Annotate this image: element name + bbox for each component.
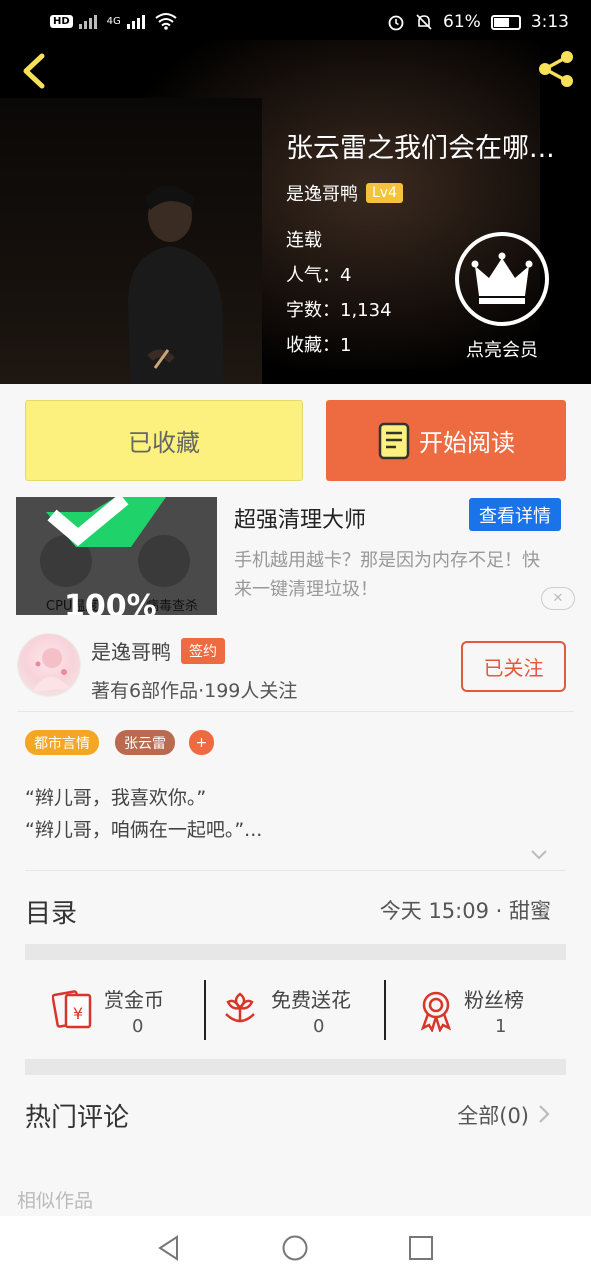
- coin-reward-button[interactable]: ¥: [51, 987, 96, 1035]
- send-flower-count: 0: [313, 1016, 325, 1037]
- vip-label[interactable]: 点亮会员: [448, 336, 556, 362]
- fan-rank-label[interactable]: 粉丝榜: [464, 984, 524, 1013]
- medal-icon: [420, 991, 452, 1034]
- chevron-down-icon: [531, 850, 547, 860]
- comments-arrow[interactable]: [538, 1104, 550, 1124]
- ad-image-percent: 100%: [64, 589, 157, 615]
- crown-icon: [471, 252, 533, 304]
- toc-arrow[interactable]: [538, 900, 550, 920]
- tag-name[interactable]: 张云雷: [115, 730, 175, 755]
- all-comments-link[interactable]: 全部(0): [457, 1100, 529, 1130]
- popularity-stat: 人气：4: [286, 265, 352, 286]
- collected-button[interactable]: 已收藏: [25, 400, 303, 481]
- hot-comments-title: 热门评论: [25, 1103, 130, 1133]
- word-count-stat: 字数：1,134: [286, 300, 392, 321]
- back-arrow-icon: [23, 53, 45, 89]
- ad-detail-button[interactable]: 查看详情: [469, 498, 561, 531]
- follow-button[interactable]: 已关注: [461, 641, 566, 692]
- chevron-right-icon: [539, 1105, 550, 1123]
- ad-image[interactable]: CPU温度 病毒查杀 100%: [16, 497, 217, 615]
- system-nav-bar: [0, 1216, 591, 1280]
- share-button[interactable]: [533, 46, 579, 92]
- favorites-stat: 收藏：1: [286, 335, 352, 356]
- back-button[interactable]: [14, 50, 54, 92]
- svg-text:¥: ¥: [73, 1004, 83, 1023]
- battery-percent: 61%: [443, 12, 481, 32]
- description-line-1: “辫儿哥，我喜欢你。”: [25, 787, 207, 809]
- level-badge: Lv4: [366, 183, 403, 203]
- book-author[interactable]: 是逸哥鸭: [286, 180, 358, 206]
- book-title: 张云雷之我们会在哪...: [286, 133, 555, 164]
- ad-detail-label: 查看详情: [479, 505, 551, 527]
- divider: [17, 711, 574, 712]
- follow-label: 已关注: [483, 656, 544, 680]
- book-header: HD 4G 61% 3:13 张云雷之我们会在哪... 是逸哥鸭 Lv4 连载 …: [0, 0, 591, 384]
- mute-icon: [416, 14, 432, 30]
- book-cover[interactable]: [0, 98, 262, 384]
- start-reading-label: 开始阅读: [419, 429, 515, 457]
- clock: 3:13: [530, 12, 569, 32]
- send-flower-label[interactable]: 免费送花: [271, 984, 351, 1013]
- nav-recents-icon[interactable]: [407, 1234, 435, 1262]
- book-author-line[interactable]: 是逸哥鸭 Lv4: [286, 180, 403, 206]
- send-flower-button[interactable]: [218, 988, 262, 1036]
- gift-divider: [384, 980, 386, 1040]
- share-icon: [539, 51, 573, 87]
- expand-description-button[interactable]: [530, 846, 548, 864]
- ad-title[interactable]: 超强清理大师: [234, 502, 366, 534]
- signal-icon: [78, 13, 101, 29]
- vip-button[interactable]: [455, 232, 549, 326]
- section-separator: [25, 944, 566, 960]
- description-line-2: “辫儿哥，咱俩在一起吧。”...: [25, 819, 263, 841]
- book-description: “辫儿哥，我喜欢你。” “辫儿哥，咱俩在一起吧。”...: [25, 782, 262, 846]
- nav-home-icon[interactable]: [281, 1234, 309, 1262]
- coin-reward-count: 0: [132, 1016, 144, 1037]
- author-name-row[interactable]: 是逸哥鸭 签约: [91, 636, 225, 665]
- section-separator: [25, 1059, 566, 1075]
- collected-label: 已收藏: [128, 429, 200, 457]
- fan-rank-count: 1: [495, 1016, 507, 1037]
- network-type: 4G: [106, 15, 121, 27]
- signed-badge: 签约: [181, 637, 225, 664]
- author-avatar[interactable]: [17, 633, 81, 697]
- alarm-icon: [388, 15, 404, 31]
- nav-back-icon[interactable]: [155, 1234, 183, 1262]
- signal-icon-2: [126, 13, 149, 29]
- chevron-right-icon: [539, 901, 550, 919]
- coin-reward-label[interactable]: 赏金币: [104, 984, 164, 1013]
- toc-title[interactable]: 目录: [25, 893, 77, 930]
- author-name[interactable]: 是逸哥鸭: [91, 636, 171, 665]
- add-tag-button[interactable]: +: [189, 730, 214, 755]
- tag-genre[interactable]: 都市言情: [25, 730, 99, 755]
- toc-latest-chapter[interactable]: 今天 15:09 · 甜蜜: [380, 895, 551, 925]
- ad-close-button[interactable]: ✕: [541, 587, 575, 610]
- serial-status: 连载: [286, 230, 322, 251]
- close-icon: ✕: [552, 591, 564, 606]
- status-bar: HD 4G 61% 3:13: [0, 0, 591, 46]
- divider: [25, 870, 566, 871]
- gift-divider: [204, 980, 206, 1040]
- book-icon: [378, 422, 410, 459]
- hd-badge: HD: [50, 14, 73, 28]
- fan-rank-button[interactable]: [414, 988, 458, 1036]
- start-reading-button[interactable]: 开始阅读: [326, 400, 566, 481]
- battery-icon: [490, 14, 521, 30]
- red-envelope-icon: ¥: [51, 990, 92, 1029]
- wifi-icon: [155, 13, 177, 30]
- flower-icon: [225, 992, 255, 1023]
- similar-works-title: 相似作品: [17, 1190, 94, 1212]
- ad-description[interactable]: 手机越用越卡？那是因为内存不足！快来一键清理垃圾！: [234, 546, 544, 604]
- author-stats: 著有6部作品·199人关注: [91, 680, 298, 702]
